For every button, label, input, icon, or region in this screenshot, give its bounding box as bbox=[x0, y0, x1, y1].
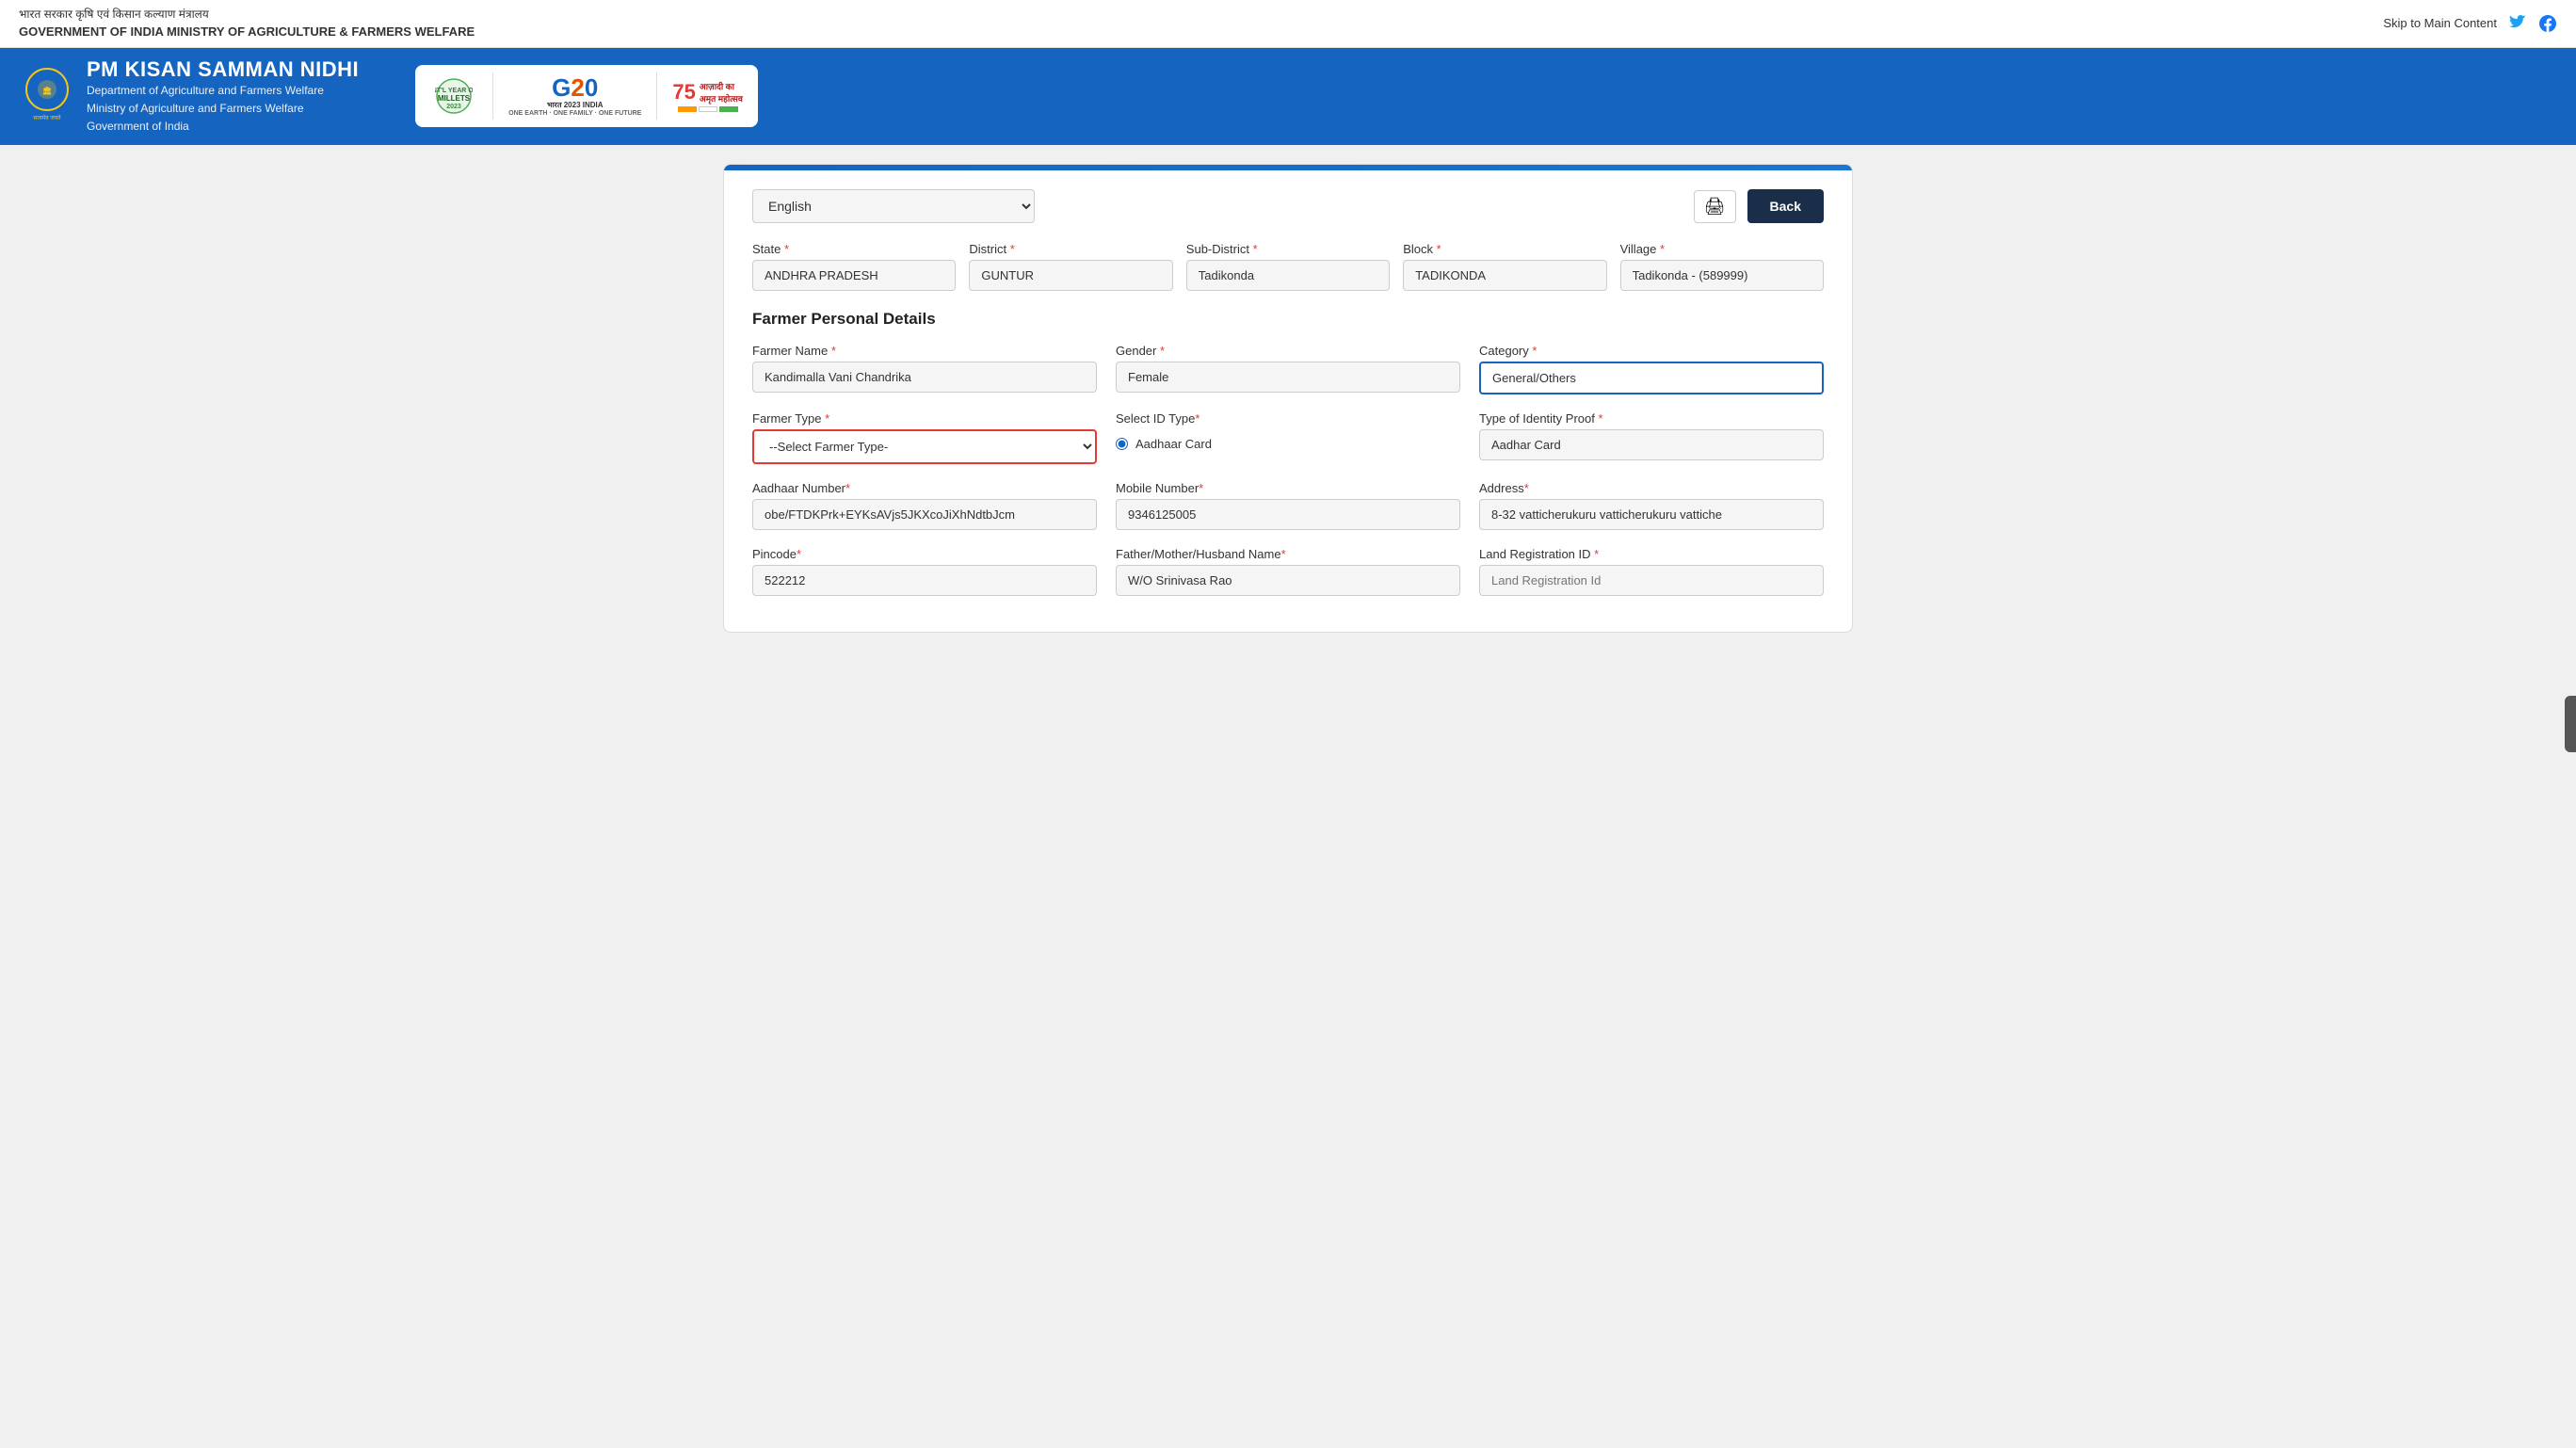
identity-proof-group: Type of Identity Proof * bbox=[1479, 411, 1824, 464]
district-input[interactable] bbox=[969, 260, 1172, 291]
app-title: PM KISAN SAMMAN NIDHI bbox=[87, 57, 359, 82]
pincode-label: Pincode* bbox=[752, 547, 1097, 561]
land-reg-label: Land Registration ID * bbox=[1479, 547, 1824, 561]
state-field-group: State * bbox=[752, 242, 956, 291]
district-label: District * bbox=[969, 242, 1172, 256]
header-logos: INT'L YEAR OF MILLETS 2023 G20 भारत 2023… bbox=[415, 65, 758, 127]
farmer-name-group: Farmer Name * bbox=[752, 344, 1097, 394]
aadhaar-input[interactable] bbox=[752, 499, 1097, 530]
category-input[interactable] bbox=[1479, 362, 1824, 394]
land-reg-input[interactable] bbox=[1479, 565, 1824, 596]
land-reg-group: Land Registration ID * bbox=[1479, 547, 1824, 596]
section-title: Farmer Personal Details bbox=[752, 310, 1824, 329]
id-type-group: Select ID Type* Aadhaar Card bbox=[1116, 411, 1460, 464]
address-input[interactable] bbox=[1479, 499, 1824, 530]
back-button[interactable]: Back bbox=[1747, 189, 1824, 223]
district-field-group: District * bbox=[969, 242, 1172, 291]
scrollbar-indicator bbox=[2565, 696, 2576, 752]
village-required: * bbox=[1660, 242, 1665, 256]
top-controls: English 🖨 Back bbox=[752, 189, 1824, 223]
svg-text:सत्यमेव जयते: सत्यमेव जयते bbox=[33, 114, 61, 121]
top-right-controls: 🖨 Back bbox=[1694, 189, 1824, 223]
header-logo: 🏛 सत्यमेव जयते PM KISAN SAMMAN NIDHI Dep… bbox=[19, 57, 359, 137]
village-label: Village * bbox=[1620, 242, 1824, 256]
top-bar-right: Skip to Main Content bbox=[2383, 14, 2557, 33]
category-label: Category * bbox=[1479, 344, 1824, 358]
mobile-input[interactable] bbox=[1116, 499, 1460, 530]
emblem-icon: 🏛 सत्यमेव जयते bbox=[19, 63, 75, 129]
pincode-group: Pincode* bbox=[752, 547, 1097, 596]
location-row: State * District * Sub-District * bbox=[752, 242, 1824, 291]
category-group: Category * bbox=[1479, 344, 1824, 394]
subtitle1: Department of Agriculture and Farmers We… bbox=[87, 82, 359, 100]
twitter-icon[interactable] bbox=[2508, 14, 2527, 33]
identity-proof-label: Type of Identity Proof * bbox=[1479, 411, 1824, 426]
identity-proof-input[interactable] bbox=[1479, 429, 1824, 460]
id-type-radio-group: Aadhaar Card bbox=[1116, 437, 1460, 451]
farmer-type-select[interactable]: --Select Farmer Type- bbox=[752, 429, 1097, 464]
farmer-row-1: Farmer Name * Gender * Category * bbox=[752, 344, 1824, 394]
main-content: English 🖨 Back State * bbox=[0, 145, 2576, 652]
farmer-name-input[interactable] bbox=[752, 362, 1097, 393]
block-required: * bbox=[1437, 242, 1441, 256]
block-label: Block * bbox=[1403, 242, 1606, 256]
address-group: Address* bbox=[1479, 481, 1824, 530]
aadhaar-radio[interactable] bbox=[1116, 438, 1128, 450]
subdistrict-label: Sub-District * bbox=[1186, 242, 1390, 256]
gender-label: Gender * bbox=[1116, 344, 1460, 358]
block-input[interactable] bbox=[1403, 260, 1606, 291]
mobile-group: Mobile Number* bbox=[1116, 481, 1460, 530]
hindi-text: भारत सरकार कृषि एवं किसान कल्याण मंत्राल… bbox=[19, 6, 475, 23]
header: 🏛 सत्यमेव जयते PM KISAN SAMMAN NIDHI Dep… bbox=[0, 48, 2576, 146]
print-button[interactable]: 🖨 bbox=[1694, 190, 1736, 223]
subtitle3: Government of India bbox=[87, 118, 359, 136]
svg-text:INT'L YEAR OF: INT'L YEAR OF bbox=[435, 88, 473, 94]
farmer-name-label: Farmer Name * bbox=[752, 344, 1097, 358]
state-required: * bbox=[784, 242, 789, 256]
millets-logo: INT'L YEAR OF MILLETS 2023 bbox=[430, 77, 477, 115]
state-input[interactable] bbox=[752, 260, 956, 291]
top-bar-left: भारत सरकार कृषि एवं किसान कल्याण मंत्राल… bbox=[19, 6, 475, 41]
aadhaar-label: Aadhaar Number* bbox=[752, 481, 1097, 495]
subtitle2: Ministry of Agriculture and Farmers Welf… bbox=[87, 100, 359, 118]
address-label: Address* bbox=[1479, 481, 1824, 495]
subdistrict-input[interactable] bbox=[1186, 260, 1390, 291]
facebook-icon[interactable] bbox=[2538, 14, 2557, 33]
farmer-type-group: Farmer Type * --Select Farmer Type- bbox=[752, 411, 1097, 464]
fmh-group: Father/Mother/Husband Name* bbox=[1116, 547, 1460, 596]
aadhaar-group: Aadhaar Number* bbox=[752, 481, 1097, 530]
g20-logo: G20 भारत 2023 INDIA ONE EARTH · ONE FAMI… bbox=[508, 75, 641, 117]
mobile-label: Mobile Number* bbox=[1116, 481, 1460, 495]
language-select[interactable]: English bbox=[752, 189, 1035, 223]
state-label: State * bbox=[752, 242, 956, 256]
fmh-input[interactable] bbox=[1116, 565, 1460, 596]
block-field-group: Block * bbox=[1403, 242, 1606, 291]
aadhaar-radio-label: Aadhaar Card bbox=[1135, 437, 1212, 451]
subdistrict-field-group: Sub-District * bbox=[1186, 242, 1390, 291]
pincode-input[interactable] bbox=[752, 565, 1097, 596]
district-required: * bbox=[1010, 242, 1015, 256]
header-title-block: PM KISAN SAMMAN NIDHI Department of Agri… bbox=[87, 57, 359, 137]
print-icon: 🖨 bbox=[1704, 197, 1726, 216]
id-type-label: Select ID Type* bbox=[1116, 411, 1460, 426]
azadi-logo: 75 आज़ादी का अमृत महोत्सव bbox=[672, 80, 743, 112]
svg-text:🏛: 🏛 bbox=[42, 86, 52, 95]
village-field-group: Village * bbox=[1620, 242, 1824, 291]
svg-text:2023: 2023 bbox=[446, 104, 461, 110]
form-card: English 🖨 Back State * bbox=[723, 164, 1853, 633]
farmer-row-3: Aadhaar Number* Mobile Number* Address* bbox=[752, 481, 1824, 530]
village-input[interactable] bbox=[1620, 260, 1824, 291]
form-card-body: English 🖨 Back State * bbox=[724, 170, 1852, 632]
fmh-label: Father/Mother/Husband Name* bbox=[1116, 547, 1460, 561]
subdistrict-required: * bbox=[1253, 242, 1258, 256]
farmer-row-2: Farmer Type * --Select Farmer Type- Sele… bbox=[752, 411, 1824, 464]
gender-input[interactable] bbox=[1116, 362, 1460, 393]
skip-link[interactable]: Skip to Main Content bbox=[2383, 16, 2497, 30]
farmer-row-4: Pincode* Father/Mother/Husband Name* Lan… bbox=[752, 547, 1824, 596]
gender-group: Gender * bbox=[1116, 344, 1460, 394]
english-text: GOVERNMENT OF INDIA MINISTRY OF AGRICULT… bbox=[19, 23, 475, 41]
svg-text:MILLETS: MILLETS bbox=[438, 94, 471, 103]
farmer-type-label: Farmer Type * bbox=[752, 411, 1097, 426]
top-bar: भारत सरकार कृषि एवं किसान कल्याण मंत्राल… bbox=[0, 0, 2576, 48]
